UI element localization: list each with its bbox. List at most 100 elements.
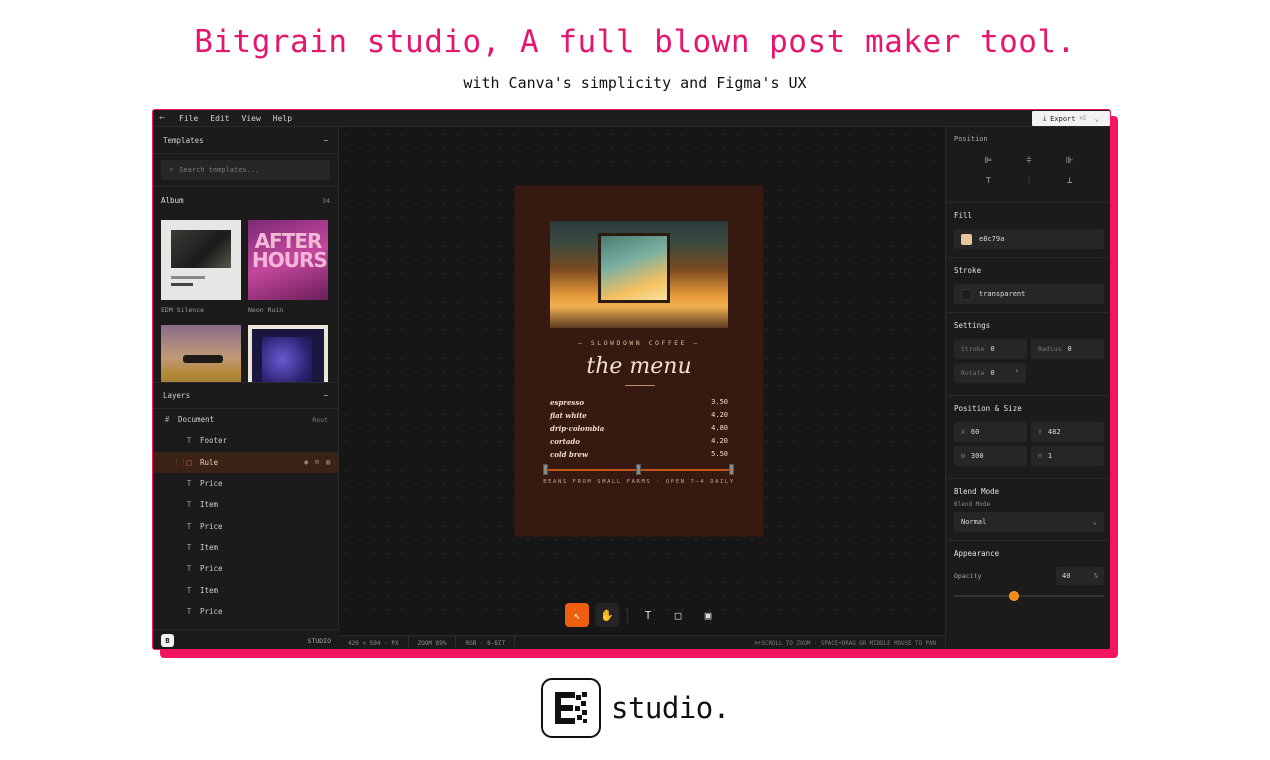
app-logo-icon[interactable]: B <box>161 634 174 647</box>
text-layer-icon: T <box>186 542 192 552</box>
menu-row[interactable]: flat white 4.20 <box>550 411 728 420</box>
back-arrow-icon[interactable]: ← <box>153 113 171 123</box>
blend-mode-select[interactable]: Normal ⌄ <box>954 512 1104 532</box>
drag-handle-icon[interactable]: ⋮⋮ <box>173 458 187 466</box>
rotate-input[interactable]: Rotate 0 ° <box>954 363 1026 383</box>
menu-row[interactable]: cortado 4.20 <box>550 437 728 446</box>
layer-item[interactable]: T Item <box>153 494 338 515</box>
stroke-section: Stroke transparent <box>946 258 1110 313</box>
stroke-swatch[interactable] <box>961 288 972 300</box>
y-input[interactable]: Y 482 <box>1031 422 1104 442</box>
menu-edit[interactable]: Edit <box>210 114 229 123</box>
blend-section: Blend Mode Blend Mode Normal ⌄ <box>946 479 1110 541</box>
width-input[interactable]: W 300 <box>954 446 1027 466</box>
poster-artboard[interactable]: — SLOWDOWN COFFEE — the menu espresso 3.5… <box>515 186 763 536</box>
eye-icon[interactable]: ◉ <box>304 458 308 466</box>
layer-item[interactable]: T Item <box>153 579 338 600</box>
template-thumb-portrait[interactable] <box>248 325 328 382</box>
slider-knob[interactable] <box>1009 591 1019 601</box>
rectangle-tool-icon[interactable]: □ <box>666 603 690 627</box>
layer-item[interactable]: T Price <box>153 558 338 579</box>
poster-photo[interactable] <box>550 221 728 328</box>
layer-item[interactable]: T Price <box>153 473 338 494</box>
opacity-slider[interactable] <box>954 591 1104 601</box>
template-thumb-field[interactable] <box>161 325 241 382</box>
image-tool-icon[interactable]: ▣ <box>696 603 720 627</box>
poster-footer[interactable]: BEANS FROM SMALL FARMS · OPEN 7–4 DAILY <box>515 479 763 485</box>
download-icon: ⤓ <box>1043 114 1047 122</box>
app-window: ← File Edit View Help ⤓ Export ⌘E ⌄ Temp… <box>152 109 1111 650</box>
layer-item[interactable]: T Item <box>153 537 338 558</box>
layer-label: Price <box>200 564 223 574</box>
poster-brandline[interactable]: — SLOWDOWN COFFEE — <box>515 339 763 347</box>
layer-item[interactable]: T Price <box>153 515 338 536</box>
field-label: Stroke <box>961 345 985 353</box>
align-left-icon[interactable]: ⊫ <box>968 156 1009 166</box>
align-center-v-icon[interactable]: ⫶ <box>1009 176 1050 186</box>
bottom-logo: studio. <box>541 678 730 738</box>
layer-document[interactable]: # Document Root <box>153 409 338 430</box>
select-tool-icon[interactable]: ↖ <box>565 603 589 627</box>
thumb-photo <box>171 230 231 268</box>
chevron-down-icon[interactable]: ⌄ <box>1095 115 1099 123</box>
template-thumb-edm-silence[interactable] <box>161 220 241 300</box>
fill-field[interactable]: e8c79a <box>954 229 1104 249</box>
degree-unit: ° <box>1014 369 1019 377</box>
hand-tool-icon[interactable]: ✋ <box>595 603 619 627</box>
field-value: 300 <box>970 452 984 460</box>
stroke-field[interactable]: transparent <box>954 284 1104 304</box>
navigation-hint: ⌘+SCROLL TO ZOOM · SPACE+DRAG OR MIDDLE … <box>754 640 936 647</box>
text-layer-icon: T <box>186 606 192 616</box>
align-center-h-icon[interactable]: ⫩ <box>1009 156 1050 166</box>
text-tool-icon[interactable]: T <box>636 603 660 627</box>
poster-title[interactable]: the menu <box>515 354 763 379</box>
settings-row: Rotate 0 ° <box>954 363 1104 383</box>
menu-row[interactable]: espresso 3.50 <box>550 398 728 407</box>
canvas[interactable]: — SLOWDOWN COFFEE — the menu espresso 3.5… <box>339 127 945 635</box>
collapse-icon[interactable]: − <box>323 136 328 145</box>
layer-item[interactable]: ⋮⋮ □ Rule ◉ ⊡ ▥ <box>153 451 338 473</box>
menu-view[interactable]: View <box>242 114 261 123</box>
resize-handle-middle[interactable] <box>636 464 641 475</box>
menu-item-price: 4.20 <box>711 437 728 445</box>
export-button[interactable]: ⤓ Export ⌘E ⌄ <box>1032 111 1110 126</box>
x-input[interactable]: X 60 <box>954 422 1027 442</box>
toolbar-divider <box>627 607 628 623</box>
position-size-title: Position & Size <box>954 404 1022 413</box>
text-layer-icon: T <box>186 585 192 595</box>
radius-input[interactable]: Radius 0 <box>1031 339 1104 359</box>
align-right-icon[interactable]: ⊪ <box>1049 156 1090 166</box>
field-value: 0 <box>990 345 995 353</box>
xy-row: X 60 Y 482 <box>954 422 1104 442</box>
resize-handle-left[interactable] <box>543 464 548 475</box>
menu-file[interactable]: File <box>179 114 198 123</box>
template-thumb-neon-ruin[interactable]: AFTER HOURS <box>248 220 328 300</box>
field-value: 60 <box>970 428 980 436</box>
opacity-label: Opacity <box>954 572 982 580</box>
collapse-icon[interactable]: − <box>323 391 328 400</box>
layer-item[interactable]: T Price <box>153 601 338 622</box>
appearance-section: Appearance Opacity 40 % <box>946 541 1110 609</box>
align-top-icon[interactable]: ⊤ <box>968 176 1009 186</box>
album-count: 34 <box>322 196 330 205</box>
position-title: Position <box>954 135 988 143</box>
trash-icon[interactable]: ▥ <box>326 458 330 466</box>
zoom-level[interactable]: ZOOM 89% <box>409 635 457 649</box>
layer-label: Document <box>178 415 215 425</box>
resize-handle-right[interactable] <box>729 464 734 475</box>
align-bottom-icon[interactable]: ⊥ <box>1049 176 1090 186</box>
search-input[interactable]: ⌕ Search templates... <box>161 160 330 180</box>
poster-title-underline <box>625 385 655 386</box>
lock-icon[interactable]: ⊡ <box>315 458 319 466</box>
layer-item[interactable]: T Footer <box>153 430 338 451</box>
height-input[interactable]: H 1 <box>1031 446 1104 466</box>
appearance-title: Appearance <box>954 549 1000 558</box>
opacity-input[interactable]: 40 % <box>1056 567 1104 585</box>
menu-help[interactable]: Help <box>273 114 292 123</box>
field-label: X <box>961 428 965 436</box>
stroke-width-input[interactable]: Stroke 0 <box>954 339 1027 359</box>
fill-swatch[interactable] <box>961 233 972 245</box>
search-icon: ⌕ <box>169 166 174 174</box>
menu-row[interactable]: cold brew 5.50 <box>550 450 728 459</box>
menu-row[interactable]: drip·colombia 4.80 <box>550 424 728 433</box>
